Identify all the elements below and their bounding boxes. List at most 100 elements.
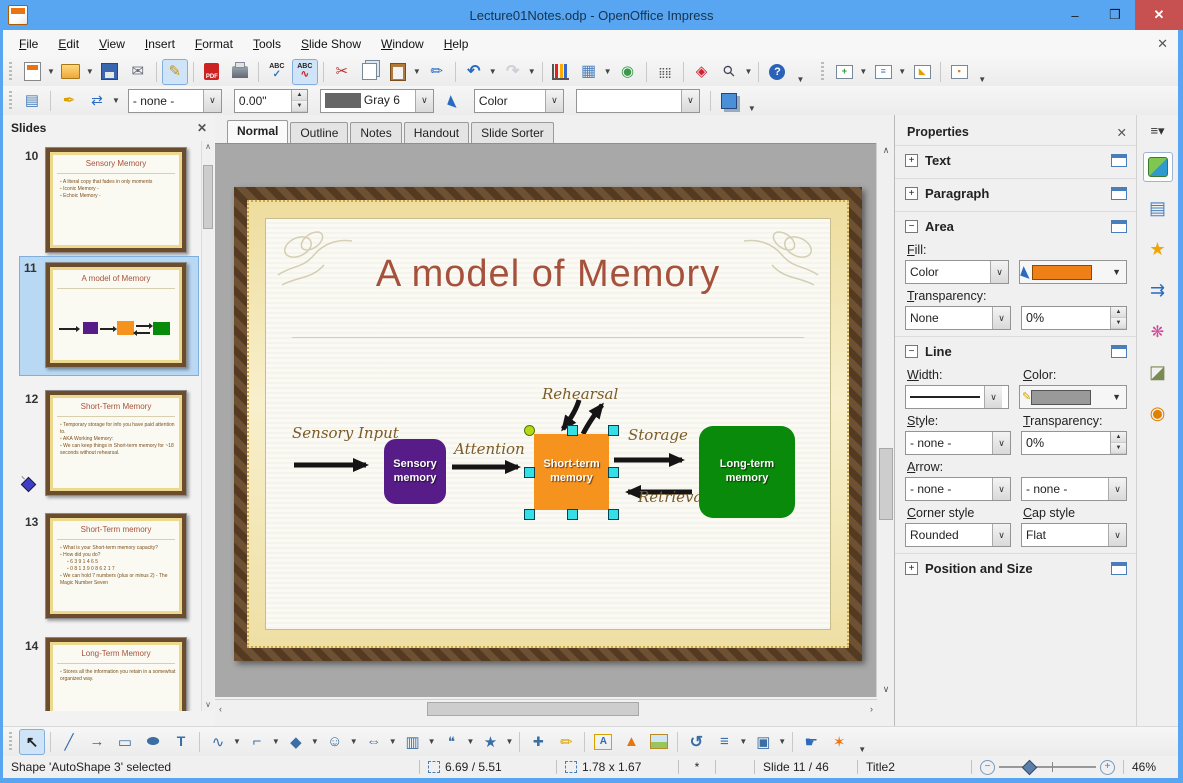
rotate-button[interactable] bbox=[683, 729, 709, 755]
flowchart-caret[interactable]: ▼ bbox=[428, 737, 436, 746]
open-dropdown-caret[interactable]: ▼ bbox=[86, 67, 94, 76]
line-style-select[interactable]: - none - ∨ bbox=[127, 88, 222, 113]
table-dropdown-caret[interactable]: ▼ bbox=[604, 67, 612, 76]
toolbar-grip[interactable] bbox=[7, 731, 14, 752]
dialog-launcher-icon[interactable] bbox=[1111, 562, 1127, 575]
dialog-launcher-icon[interactable] bbox=[1111, 220, 1127, 233]
expand-icon[interactable]: + bbox=[905, 187, 918, 200]
new-slide-button[interactable] bbox=[831, 59, 857, 85]
insert-chart-button[interactable] bbox=[548, 59, 574, 85]
label-storage[interactable]: Storage bbox=[628, 426, 688, 444]
callouts-caret[interactable]: ▼ bbox=[467, 737, 475, 746]
styles-window-button[interactable] bbox=[19, 88, 45, 114]
tab-custom-animation[interactable] bbox=[1143, 234, 1173, 264]
menu-insert[interactable]: Insert bbox=[135, 33, 185, 55]
collapse-icon[interactable]: − bbox=[905, 220, 918, 233]
slide-layout-button[interactable] bbox=[870, 59, 896, 85]
rectangle-button[interactable] bbox=[112, 729, 138, 755]
zoom-dropdown-caret[interactable]: ▼ bbox=[745, 67, 753, 76]
zoom-value[interactable]: 46% bbox=[1124, 760, 1178, 774]
menu-file[interactable]: File bbox=[9, 33, 48, 55]
dialog-launcher-icon[interactable] bbox=[1111, 187, 1127, 200]
line-width-spinner[interactable]: 0.00" ▲ ▼ bbox=[233, 88, 308, 113]
tab-slide-transition[interactable] bbox=[1143, 275, 1173, 305]
interaction-button[interactable] bbox=[798, 729, 824, 755]
slide-canvas[interactable]: A model of Memory Sensory Input Attentio… bbox=[234, 187, 862, 661]
toolbar-grip[interactable] bbox=[819, 61, 827, 82]
zoom-slider[interactable]: − + bbox=[972, 759, 1123, 776]
cap-style-select[interactable]: Flat ∨ bbox=[1021, 523, 1127, 547]
alignment-button[interactable] bbox=[711, 729, 737, 755]
clone-formatting-button[interactable] bbox=[424, 59, 450, 85]
fill-type-select[interactable]: Color ∨ bbox=[905, 260, 1009, 284]
menu-slideshow[interactable]: Slide Show bbox=[291, 33, 371, 55]
new-dropdown-caret[interactable]: ▼ bbox=[47, 67, 55, 76]
fill-color-select[interactable]: ∨ bbox=[575, 88, 700, 113]
scroll-up-icon[interactable]: ∧ bbox=[202, 141, 214, 153]
section-text[interactable]: + Text bbox=[895, 145, 1137, 178]
connector-button[interactable] bbox=[244, 729, 270, 755]
spin-down-icon[interactable]: ▼ bbox=[1111, 318, 1126, 329]
scroll-down-icon[interactable]: ∨ bbox=[202, 699, 214, 711]
symbol-shapes-button[interactable] bbox=[322, 729, 348, 755]
alignment-caret[interactable]: ▼ bbox=[739, 737, 747, 746]
navigator-button[interactable] bbox=[689, 59, 715, 85]
dropdown-arrow-icon[interactable]: ∨ bbox=[1108, 524, 1126, 546]
basic-shapes-button[interactable] bbox=[283, 729, 309, 755]
stars-button[interactable] bbox=[477, 729, 503, 755]
rotation-handle[interactable] bbox=[524, 425, 535, 436]
label-sensory-input[interactable]: Sensory Input bbox=[292, 424, 399, 442]
help-button[interactable] bbox=[764, 59, 790, 85]
spin-up-icon[interactable]: ▲ bbox=[291, 89, 307, 101]
selection-handle[interactable] bbox=[567, 425, 578, 436]
tab-properties[interactable] bbox=[1142, 152, 1173, 182]
callouts-button[interactable] bbox=[439, 729, 465, 755]
toolbar-grip[interactable] bbox=[7, 90, 14, 111]
slide-thumbnail-10[interactable]: Sensory Memory A literal copy that fades… bbox=[45, 147, 187, 253]
dialog-launcher-icon[interactable] bbox=[1111, 345, 1127, 358]
display-grid-button[interactable] bbox=[652, 59, 678, 85]
menu-format[interactable]: Format bbox=[185, 33, 243, 55]
animation-diamond-icon[interactable] bbox=[20, 476, 37, 493]
zoom-slider-thumb[interactable] bbox=[1021, 759, 1038, 776]
vertical-scrollbar[interactable]: ∧ ∨ bbox=[876, 143, 895, 697]
menu-tools[interactable]: Tools bbox=[243, 33, 291, 55]
corner-style-select[interactable]: Rounded ∨ bbox=[905, 523, 1011, 547]
toolbar-grip[interactable] bbox=[7, 61, 14, 82]
new-slide-dropdown-caret[interactable]: ▼ bbox=[859, 67, 867, 76]
tab-gallery[interactable] bbox=[1143, 357, 1173, 387]
redo-button[interactable] bbox=[500, 59, 526, 85]
label-attention[interactable]: Attention bbox=[454, 440, 525, 458]
toolbar-overflow-icon[interactable]: ▼ bbox=[745, 104, 759, 115]
scroll-down-icon[interactable]: ∨ bbox=[877, 684, 895, 695]
text-button[interactable] bbox=[168, 729, 194, 755]
selection-handle[interactable] bbox=[524, 509, 535, 520]
dropdown-arrow-icon[interactable]: ∨ bbox=[992, 524, 1010, 546]
dropdown-arrow-icon[interactable]: ∨ bbox=[992, 432, 1010, 454]
fill-type-select[interactable]: Color ∨ bbox=[473, 88, 564, 113]
start-presentation-button[interactable] bbox=[946, 59, 972, 85]
arrange-caret[interactable]: ▼ bbox=[778, 737, 786, 746]
tab-outline[interactable]: Outline bbox=[290, 122, 349, 143]
auto-spellcheck-button[interactable]: ABC ∿ bbox=[291, 58, 318, 85]
tab-slide-sorter[interactable]: Slide Sorter bbox=[471, 122, 554, 143]
block-arrows-caret[interactable]: ▼ bbox=[389, 737, 397, 746]
curve-caret[interactable]: ▼ bbox=[233, 737, 241, 746]
scroll-right-icon[interactable]: › bbox=[870, 704, 873, 714]
arrow-start-select[interactable]: - none - ∨ bbox=[905, 477, 1011, 501]
selection-handle[interactable] bbox=[567, 509, 578, 520]
paste-button[interactable] bbox=[385, 59, 411, 85]
arrow-end-select[interactable]: - none - ∨ bbox=[1021, 477, 1127, 501]
transparency-type-select[interactable]: None ∨ bbox=[905, 306, 1011, 330]
label-rehearsal[interactable]: Rehearsal bbox=[542, 385, 618, 403]
slide-thumbnail-11[interactable]: A model of Memory bbox=[45, 262, 187, 368]
block-arrows-button[interactable] bbox=[361, 729, 387, 755]
line-tool-button[interactable] bbox=[56, 729, 82, 755]
selection-handle[interactable] bbox=[608, 509, 619, 520]
zoom-track[interactable] bbox=[999, 759, 1096, 776]
undo-dropdown-caret[interactable]: ▼ bbox=[489, 67, 497, 76]
menu-view[interactable]: View bbox=[89, 33, 135, 55]
dropdown-arrow-icon[interactable]: ▼ bbox=[1109, 392, 1124, 402]
fill-color-picker[interactable]: ▼ bbox=[1019, 260, 1127, 284]
slides-scrollbar[interactable]: ∧ ∨ bbox=[201, 141, 214, 711]
